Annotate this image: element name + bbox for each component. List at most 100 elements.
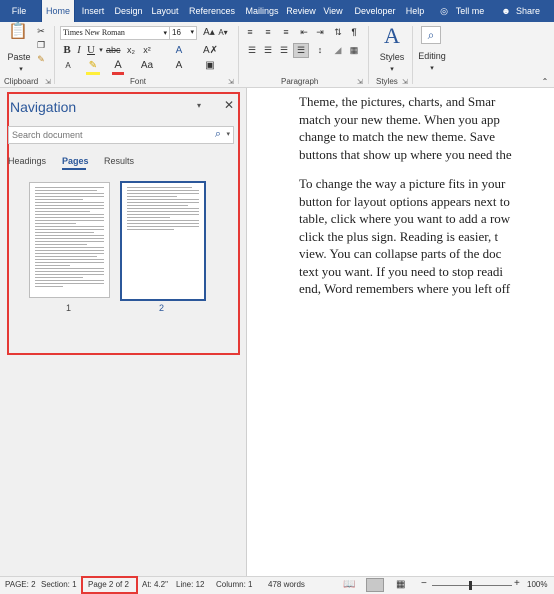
bullets-icon[interactable]: ≡ [244,27,256,38]
clipboard-launcher-icon[interactable]: ⇲ [45,78,51,86]
search-icon[interactable]: ⌕ [421,26,441,44]
chevron-down-icon[interactable]: ▾ [190,27,194,39]
multilevel-list-icon[interactable]: ≡ [280,27,292,38]
print-layout-button[interactable] [366,578,384,592]
tab-references[interactable]: References [185,0,239,22]
tab-developer[interactable]: Developer [350,0,400,22]
cut-icon[interactable]: ✂ [36,26,46,37]
status-at[interactable]: At: 4.2" [142,580,168,589]
styles-gallery-icon[interactable]: A [381,24,403,48]
pane-options-icon[interactable]: ▾ [197,101,201,110]
editing-dropdown-icon[interactable]: ▾ [427,63,437,74]
group-separator [238,26,239,84]
web-layout-icon[interactable]: ▦ [396,579,405,590]
search-icon[interactable]: ⌕ [215,128,221,141]
superscript-icon[interactable]: x² [140,45,154,56]
justify-icon[interactable]: ☰ [293,43,309,58]
tab-view[interactable]: View [319,0,347,22]
tab-layout[interactable]: Layout [148,0,182,22]
navigation-title: Navigation [10,99,77,115]
group-separator [412,26,413,84]
tab-file[interactable]: File [0,0,38,22]
char-border-icon[interactable]: ▣ [203,60,217,71]
tab-mailings[interactable]: Mailings [241,0,283,22]
align-left-icon[interactable]: ☰ [246,45,258,56]
paragraph-launcher-icon[interactable]: ⇲ [357,78,363,86]
numbering-icon[interactable]: ≡ [262,27,274,38]
zoom-slider-track[interactable] [432,585,512,586]
tab-insert[interactable]: Insert [78,0,108,22]
zoom-slider-thumb[interactable] [469,581,472,590]
page-thumbnail-selected[interactable] [120,181,206,301]
page-number-label: 1 [66,303,72,313]
char-shading-icon[interactable]: A [172,60,186,71]
sort-icon[interactable]: ⇅ [332,27,344,38]
tab-home[interactable]: Home [41,0,75,22]
document-line: view. You can collapse parts of the doc [299,246,502,261]
styles-launcher-icon[interactable]: ⇲ [402,78,408,86]
shading-icon[interactable]: ◢ [332,45,344,56]
change-case-icon[interactable]: Aa [140,60,154,71]
highlight-icon[interactable]: ✎ [86,60,100,71]
font-size-box[interactable]: 16 ▾ [169,26,197,40]
borders-icon[interactable]: ▦ [348,45,360,56]
close-icon[interactable]: ✕ [224,98,234,112]
grow-font-icon[interactable]: A▴ [203,27,215,38]
align-right-icon[interactable]: ☰ [278,45,290,56]
tell-me-box[interactable]: Tell me [452,0,488,22]
user-icon: ☻ [501,6,511,16]
text-effects-button-icon[interactable]: A [62,60,74,71]
styles-dropdown-icon[interactable]: ▾ [387,64,397,75]
chevron-down-icon[interactable]: ▾ [98,45,104,56]
nav-tab-pages[interactable]: Pages [62,156,89,166]
document-paragraph: To change the way a picture fits in your… [299,175,554,298]
italic-icon[interactable]: I [74,45,84,56]
decrease-indent-icon[interactable]: ⇤ [298,27,310,38]
status-section[interactable]: Section: 1 [41,580,77,589]
underline-icon[interactable]: U [86,45,96,56]
chevron-down-icon[interactable]: ▾ [163,27,167,39]
status-words[interactable]: 478 words [268,580,305,589]
zoom-level[interactable]: 100% [527,580,547,589]
search-document-box: ⌕ ▾ [8,126,234,144]
search-dropdown-icon[interactable]: ▾ [226,130,230,138]
tab-design[interactable]: Design [111,0,146,22]
paste-icon[interactable]: 📋 [8,24,28,48]
tab-help[interactable]: Help [402,0,428,22]
search-input[interactable] [9,127,199,143]
status-line[interactable]: Line: 12 [176,580,204,589]
format-painter-icon[interactable]: ✎ [36,54,46,65]
collapse-ribbon-icon[interactable]: ⌃ [540,76,550,87]
line-spacing-icon[interactable]: ↕ [314,45,326,56]
clear-formatting-icon[interactable]: A✗ [203,45,218,56]
status-column[interactable]: Column: 1 [216,580,252,589]
styles-button[interactable]: Styles [378,52,406,63]
shrink-font-icon[interactable]: A▾ [217,27,229,38]
ribbon: 📋 Paste ▾ ✂ ❐ ✎ Clipboard ⇲ Times New Ro… [0,22,554,88]
bold-icon[interactable]: B [62,45,72,56]
font-color-icon[interactable]: A [112,60,124,71]
font-launcher-icon[interactable]: ⇲ [228,78,234,86]
increase-indent-icon[interactable]: ⇥ [314,27,326,38]
strikethrough-icon[interactable]: abc [106,45,121,56]
nav-tab-results[interactable]: Results [104,156,134,166]
text-effects-icon[interactable]: A [172,45,186,56]
zoom-out-icon[interactable]: − [421,578,427,589]
page-thumbnail[interactable] [29,182,110,298]
nav-tab-headings[interactable]: Headings [8,156,46,166]
zoom-in-icon[interactable]: + [514,578,520,589]
paste-button[interactable]: Paste [6,52,32,63]
share-button[interactable]: Share [513,0,543,22]
copy-icon[interactable]: ❐ [36,40,46,51]
status-page[interactable]: PAGE: 2 [5,580,36,589]
read-mode-icon[interactable]: 📖 [343,579,355,590]
font-name-box[interactable]: Times New Roman ▾ [60,26,170,40]
tab-review[interactable]: Review [285,0,317,22]
editing-button[interactable]: Editing [414,51,450,62]
ribbon-tab-bar: File Home Insert Design Layout Reference… [0,0,554,22]
show-marks-icon[interactable]: ¶ [348,27,360,38]
paste-dropdown-icon[interactable]: ▾ [16,64,26,75]
align-center-icon[interactable]: ☰ [262,45,274,56]
document-area[interactable]: Theme, the pictures, charts, and Smar ma… [248,88,554,576]
subscript-icon[interactable]: x₂ [124,45,138,56]
